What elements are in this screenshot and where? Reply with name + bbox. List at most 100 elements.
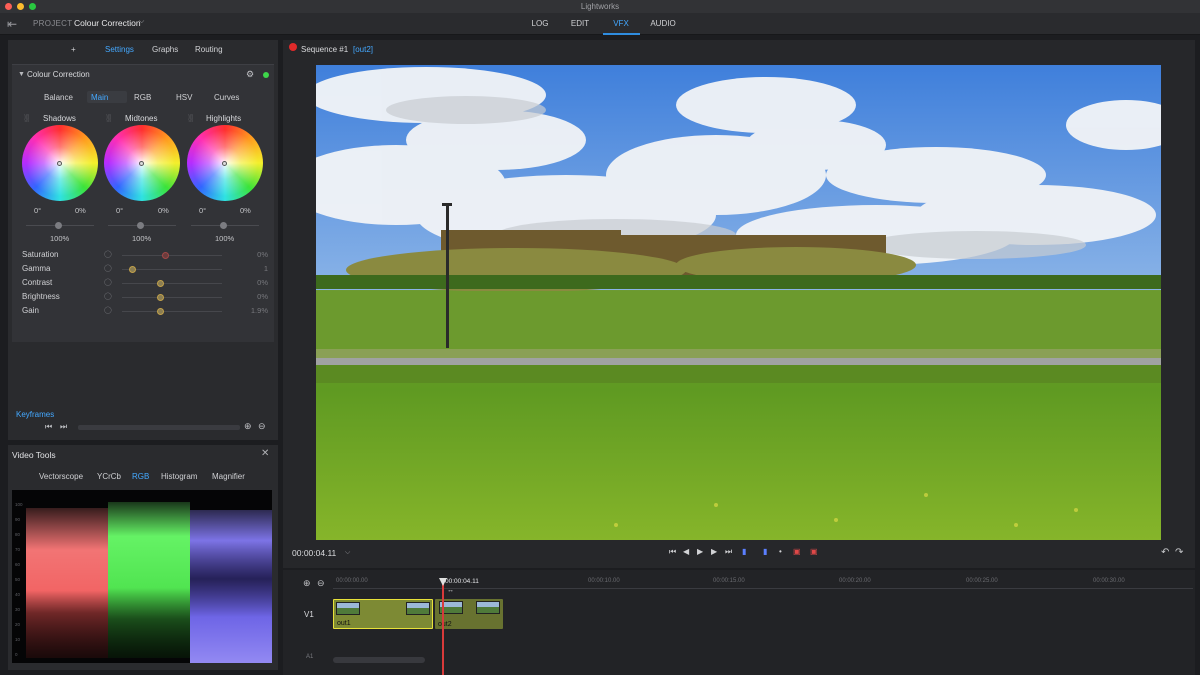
clear-marks-icon[interactable]: • [779, 547, 782, 556]
effects-settings-panel: + Settings Graphs Routing ▼ Colour Corre… [8, 40, 278, 440]
wheel-amount: 0% [75, 206, 86, 215]
saturation-slider-track[interactable] [122, 255, 222, 256]
project-label: PROJECT [33, 19, 73, 28]
clip-label: out1 [337, 620, 351, 627]
track-label-a1[interactable]: A1 [306, 654, 313, 660]
timeline-clip-out1[interactable]: out1 [333, 599, 433, 629]
mark-out-icon[interactable]: ▮ [763, 547, 767, 556]
clip-thumbnail [476, 601, 500, 614]
reset-icon[interactable]: ◯ [104, 278, 112, 286]
reset-icon[interactable]: ◯ [104, 264, 112, 272]
scope-scale-label: 50 [15, 577, 21, 582]
exit-project-icon[interactable]: ⇤ [7, 17, 21, 31]
tab-vectorscope[interactable]: Vectorscope [39, 472, 83, 481]
subtab-main[interactable]: Main [91, 93, 108, 102]
insert-icon[interactable]: ▣ [793, 547, 801, 556]
zoom-in-icon[interactable]: ⊕ [303, 578, 311, 589]
clip-thumbnail [336, 602, 360, 615]
tab-routing[interactable]: Routing [195, 45, 223, 54]
reset-icon[interactable]: ◯ [104, 250, 112, 258]
timeline-ruler[interactable] [333, 588, 1193, 589]
landscape-image [316, 65, 1161, 540]
timeline-panel: ⊕ ⊖ 00:00:00.00 00:00:10.00 00:00:15.00 … [283, 570, 1195, 675]
tab-edit[interactable]: EDIT [566, 19, 594, 28]
reset-icon[interactable]: ◯ [104, 292, 112, 300]
scope-scale-label: 10 [15, 637, 21, 642]
subtab-rgb[interactable]: RGB [134, 93, 151, 102]
track-label-v1[interactable]: V1 [304, 610, 314, 619]
play-icon[interactable]: ▶ [697, 547, 703, 556]
gain-value[interactable]: 1.9% [238, 306, 268, 315]
previous-keyframe-icon[interactable]: ⏮ [45, 422, 52, 432]
close-icon[interactable]: ✕ [261, 448, 269, 459]
tab-audio[interactable]: AUDIO [648, 19, 678, 28]
tab-settings[interactable]: Settings [105, 45, 134, 54]
timeline-clip-out2[interactable]: out2 [435, 599, 503, 629]
saturation-slider-handle[interactable] [162, 252, 169, 259]
gain-slider-track[interactable] [122, 311, 222, 312]
histogram-icon: ░ [106, 115, 111, 122]
collapse-chevron-icon[interactable]: ▼ [18, 71, 25, 78]
video-frame[interactable] [316, 65, 1161, 540]
step-back-icon[interactable]: ◀ [683, 547, 689, 556]
subtab-hsv[interactable]: HSV [176, 93, 192, 102]
tab-ycrcb[interactable]: YCrCb [97, 472, 121, 481]
zoom-out-icon[interactable]: ⊖ [258, 421, 266, 432]
subtab-curves[interactable]: Curves [214, 93, 239, 102]
saturation-value[interactable]: 0% [238, 250, 268, 259]
viewer-timecode[interactable]: 00:00:04.11 [292, 548, 336, 558]
tab-histogram[interactable]: Histogram [161, 472, 197, 481]
effect-enabled-indicator[interactable] [263, 72, 269, 78]
level-slider-handle[interactable] [55, 222, 62, 229]
zoom-in-icon[interactable]: ⊕ [244, 421, 252, 432]
record-indicator [289, 43, 297, 51]
step-forward-icon[interactable]: ▶ [711, 547, 717, 556]
brightness-slider-track[interactable] [122, 297, 222, 298]
tab-graphs[interactable]: Graphs [152, 45, 178, 54]
keyframe-track[interactable] [78, 425, 240, 430]
brightness-slider-handle[interactable] [157, 294, 164, 301]
ruler-label: 00:00:30.00 [1093, 578, 1125, 584]
keyframes-label: Keyframes [16, 410, 55, 419]
wheel-level: 100% [215, 234, 235, 243]
next-keyframe-icon[interactable]: ⏭ [60, 422, 67, 432]
wheel-center-handle[interactable] [222, 161, 227, 166]
gamma-slider-track[interactable] [122, 269, 222, 270]
gamma-slider-handle[interactable] [129, 266, 136, 273]
redo-icon[interactable]: ↷ [1175, 547, 1183, 558]
rgb-parade-scope: 100 90 80 70 60 50 40 30 20 10 0 [12, 490, 272, 663]
timeline-scrollbar[interactable] [333, 657, 425, 663]
go-to-start-icon[interactable]: ⏮ [669, 547, 676, 557]
sequence-clip-tag: [out2] [353, 45, 374, 54]
add-effect-button[interactable]: + [71, 45, 76, 54]
reset-icon[interactable]: ◯ [104, 306, 112, 314]
brightness-value[interactable]: 0% [238, 292, 268, 301]
playhead[interactable] [442, 580, 444, 675]
tab-log[interactable]: LOG [526, 19, 554, 28]
undo-icon[interactable]: ↶ [1161, 547, 1169, 558]
chevron-down-icon[interactable]: ⌵ [139, 18, 144, 26]
contrast-slider-handle[interactable] [157, 280, 164, 287]
level-slider-handle[interactable] [137, 222, 144, 229]
gamma-value[interactable]: 1 [238, 264, 268, 273]
gear-icon[interactable]: ⚙ [246, 69, 254, 80]
tab-vfx[interactable]: VFX [606, 19, 636, 28]
tab-magnifier[interactable]: Magnifier [212, 472, 245, 481]
project-name[interactable]: Colour Correction [74, 18, 141, 28]
chevron-down-icon[interactable]: ⌵ [345, 549, 350, 557]
mark-in-icon[interactable]: ▮ [742, 547, 746, 556]
level-slider-handle[interactable] [220, 222, 227, 229]
zoom-out-icon[interactable]: ⊖ [317, 578, 325, 589]
subtab-balance[interactable]: Balance [44, 93, 73, 102]
gain-slider-handle[interactable] [157, 308, 164, 315]
scope-scale-label: 100 [15, 502, 23, 507]
wheel-center-handle[interactable] [139, 161, 144, 166]
app-title: Lightworks [580, 2, 620, 11]
go-to-end-icon[interactable]: ⏭ [725, 547, 732, 557]
scope-scale-label: 0 [15, 652, 18, 657]
replace-icon[interactable]: ▣ [810, 547, 818, 556]
contrast-value[interactable]: 0% [238, 278, 268, 287]
contrast-slider-track[interactable] [122, 283, 222, 284]
wheel-center-handle[interactable] [57, 161, 62, 166]
tab-rgb[interactable]: RGB [132, 472, 149, 481]
